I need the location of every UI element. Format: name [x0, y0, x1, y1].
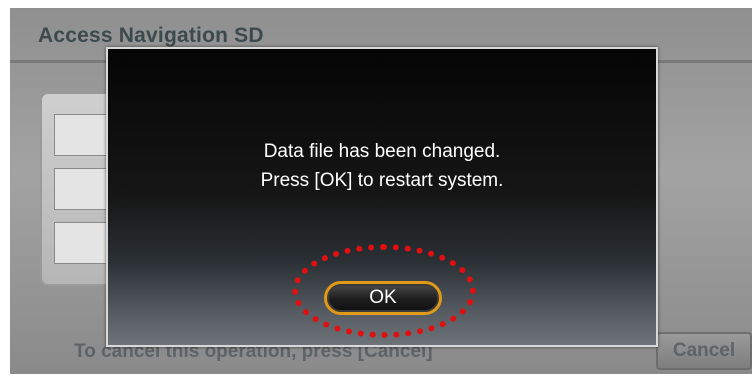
screen-title: Access Navigation SD [38, 24, 264, 47]
cancel-button[interactable]: Cancel [656, 332, 752, 370]
message-line-1: Data file has been changed. [263, 141, 501, 162]
message-line-2: Press [OK] to restart system. [260, 170, 504, 191]
restart-dialog: Data file has been changed. Press [OK] t… [106, 47, 658, 347]
ok-button[interactable]: OK [324, 281, 442, 315]
dialog-message: Data file has been changed. Press [OK] t… [108, 137, 656, 195]
